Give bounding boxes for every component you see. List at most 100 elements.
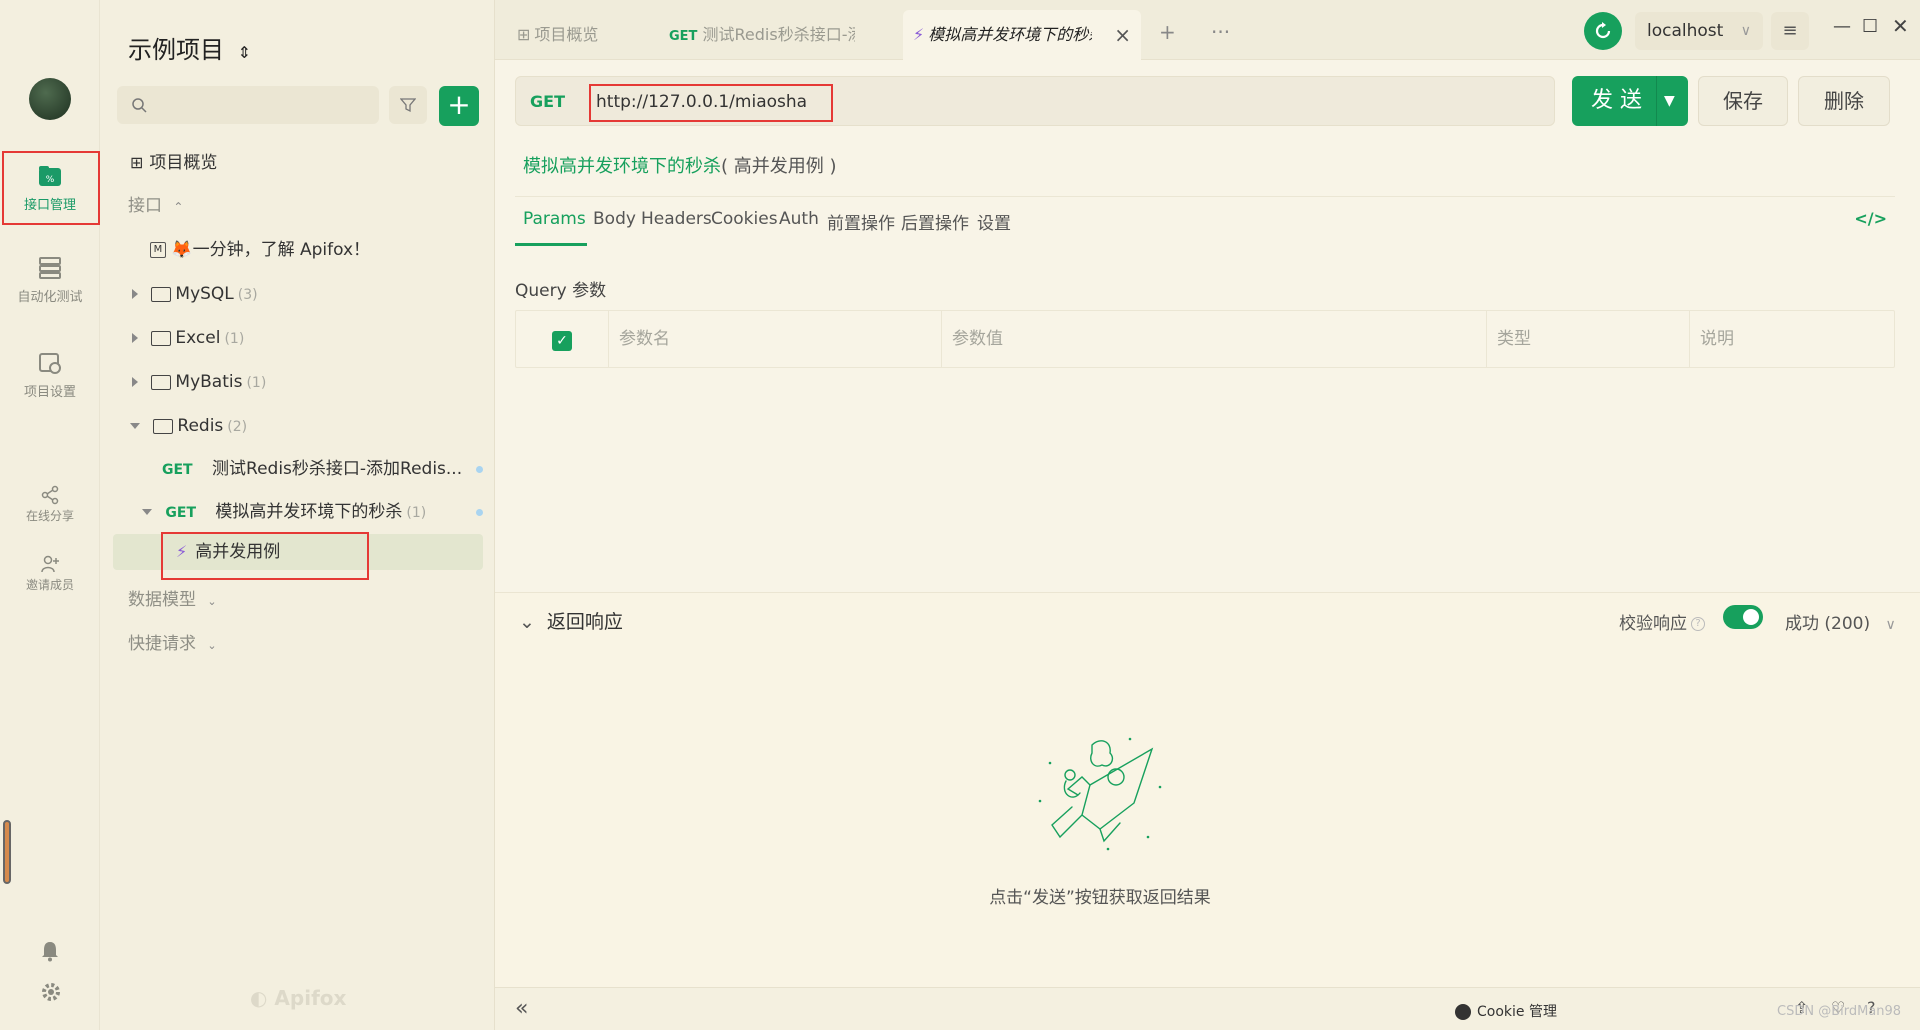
validate-toggle[interactable]: [1723, 605, 1763, 629]
search-input[interactable]: [117, 86, 379, 124]
subtab-settings[interactable]: 设置: [977, 209, 1011, 234]
overview-label: 项目概览: [149, 153, 218, 173]
tree-folder-excel[interactable]: Excel (1): [100, 320, 495, 356]
add-user-icon: [41, 555, 59, 573]
response-title: 返回响应: [546, 611, 623, 633]
gear-icon[interactable]: [40, 981, 62, 1003]
save-button[interactable]: 保存: [1698, 76, 1788, 126]
rail-item-invite-member[interactable]: 邀请成员: [0, 554, 100, 593]
more-icon: ···: [1211, 20, 1231, 44]
avatar[interactable]: [29, 78, 71, 120]
new-tab-button[interactable]: +: [1159, 20, 1176, 44]
csdn-watermark: CSDN @BirdMan98: [1777, 1004, 1902, 1019]
tree-api-high-concurrency[interactable]: GET 模拟高并发环境下的秒杀 (1): [100, 494, 495, 530]
delete-button[interactable]: 删除: [1798, 76, 1890, 126]
subtab-pre-actions[interactable]: 前置操作: [827, 209, 895, 234]
rail-item-project-settings[interactable]: 项目设置: [0, 351, 100, 400]
add-button[interactable]: +: [439, 86, 479, 126]
subtab-params[interactable]: Params: [523, 209, 586, 229]
folder-name: MySQL: [175, 284, 234, 304]
folder-icon: [151, 374, 172, 390]
subtab-cookies[interactable]: Cookies: [711, 209, 778, 229]
tree-case-high-concurrency[interactable]: ⚡ 高并发用例: [113, 534, 483, 570]
tab-redis-test[interactable]: GET 测试Redis秒杀接口-添: [669, 10, 855, 60]
watermark-text: Apifox: [274, 986, 347, 1010]
share-icon: [41, 485, 59, 505]
select-all-checkbox[interactable]: ✓: [552, 331, 572, 351]
maximize-button[interactable]: ☐: [1862, 16, 1878, 37]
tree-folder-mybatis[interactable]: MyBatis (1): [100, 364, 495, 400]
left-rail: % 接口管理 自动化测试 项目设置 在线分享 邀请成员: [0, 0, 100, 1030]
case-title: 模拟高并发环境下的秒杀( 高并发用例 ): [523, 152, 837, 178]
tab-project-overview[interactable]: ⊞ 项目概览: [517, 10, 647, 60]
tab-bar: ⊞ 项目概览 GET 测试Redis秒杀接口-添 ⚡ 模拟高并发环境下的秒杀 × +…: [495, 0, 1920, 60]
fox-icon: 🦊: [171, 240, 193, 260]
section-api[interactable]: 接口 ⌃: [100, 188, 495, 224]
status-value: 成功 (200): [1785, 614, 1871, 634]
sidebar-item-overview[interactable]: ⊞ 项目概览: [100, 145, 495, 181]
tree-folder-redis[interactable]: Redis (2): [100, 408, 495, 444]
window-close-button[interactable]: ✕: [1892, 14, 1909, 38]
response-toggle[interactable]: ⌄ 返回响应: [519, 607, 623, 634]
check-icon: ✓: [556, 333, 568, 349]
chevron-down-icon[interactable]: ▼: [1664, 76, 1675, 126]
tree-api-redis-test[interactable]: GET 测试Redis秒杀接口-添加Redis...: [100, 451, 495, 487]
section-quick-requests[interactable]: 快捷请求 ⌄: [100, 626, 495, 662]
sync-button[interactable]: [1584, 12, 1622, 50]
status-bar: « Cookie 管理 ⇪ ♡ ? CSDN @BirdMan98: [495, 987, 1920, 1030]
chevron-down-icon: ⌄: [519, 611, 535, 633]
intro-doc-label: 一分钟，了解 Apifox！: [192, 240, 371, 260]
api-title[interactable]: 模拟高并发环境下的秒杀: [523, 156, 721, 177]
method-select[interactable]: GET: [530, 77, 565, 127]
plus-icon: +: [1159, 20, 1176, 44]
active-tab-indicator: [515, 243, 587, 246]
rail-item-online-share[interactable]: 在线分享: [0, 485, 100, 524]
project-title[interactable]: 示例项目 ⇕: [128, 30, 251, 65]
minimize-button[interactable]: —: [1833, 16, 1851, 37]
subtab-body[interactable]: Body: [593, 209, 636, 229]
url-input[interactable]: http://127.0.0.1/miaosha: [596, 77, 807, 127]
folder-count: (2): [227, 419, 248, 435]
cookie-manager-button[interactable]: Cookie 管理: [1455, 1001, 1557, 1021]
rail-item-automation-test[interactable]: 自动化测试: [0, 256, 100, 305]
tree-folder-mysql[interactable]: MySQL (3): [100, 276, 495, 312]
scrollbar-thumb[interactable]: [3, 820, 11, 884]
tab-label: 模拟高并发环境下的秒杀: [928, 25, 1093, 44]
api-count: (1): [406, 505, 427, 521]
validate-label: 校验响应: [1619, 614, 1687, 634]
folder-icon: [151, 330, 172, 346]
subtab-headers[interactable]: Headers: [641, 209, 712, 229]
api-name: 模拟高并发环境下的秒杀: [215, 502, 403, 522]
subtab-post-actions[interactable]: 后置操作: [901, 209, 969, 234]
rail-item-api-management[interactable]: % 接口管理: [0, 164, 100, 213]
markdown-icon: M: [150, 242, 166, 258]
env-value: localhost: [1647, 21, 1724, 41]
subtab-auth[interactable]: Auth: [779, 209, 819, 229]
refresh-icon: [1595, 22, 1611, 39]
api-tree-sidebar: 示例项目 ⇕ + ⊞ 项目概览 接口 ⌃ M 🦊一分钟，了解 Apifox！ My…: [100, 0, 495, 1030]
response-status-select[interactable]: 成功 (200) ∨: [1785, 609, 1896, 634]
more-tabs-button[interactable]: ···: [1211, 20, 1230, 44]
collapse-sidebar-icon[interactable]: «: [515, 996, 528, 1021]
rail-label: 自动化测试: [17, 290, 83, 305]
close-icon[interactable]: ×: [1114, 10, 1131, 60]
tree-item-intro-doc[interactable]: M 🦊一分钟，了解 Apifox！: [100, 232, 495, 268]
tab-high-concurrency[interactable]: ⚡ 模拟高并发环境下的秒杀 ×: [903, 10, 1141, 60]
section-data-models[interactable]: 数据模型 ⌄: [100, 582, 495, 618]
request-subtabs: Params Body Headers Cookies Auth 前置操作 后置…: [515, 196, 1895, 246]
plus-icon: +: [447, 88, 471, 121]
send-divider: [1656, 76, 1657, 126]
env-menu-button[interactable]: ≡: [1771, 12, 1809, 50]
send-button[interactable]: 发 送 ▼: [1572, 76, 1688, 126]
sort-arrows-icon: ⇕: [237, 43, 252, 62]
filter-button[interactable]: [389, 86, 427, 124]
bell-icon[interactable]: [40, 940, 60, 962]
method-badge: GET: [165, 505, 197, 521]
folder-count: (3): [237, 287, 258, 303]
help-icon[interactable]: ?: [1691, 617, 1705, 631]
rail-label: 接口管理: [23, 198, 76, 213]
environment-select[interactable]: localhost ∨: [1635, 12, 1763, 50]
folder-count: (1): [246, 375, 267, 391]
code-icon[interactable]: </>: [1854, 209, 1887, 228]
api-name: 测试Redis秒杀接口-添加Redis...: [212, 459, 463, 479]
